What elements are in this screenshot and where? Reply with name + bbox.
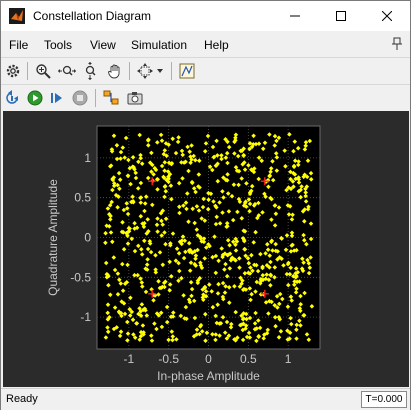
y-tick-label: 0 — [84, 231, 91, 245]
close-icon — [382, 11, 392, 21]
scale-axes-icon — [137, 63, 153, 79]
zoom-y-button[interactable] — [80, 60, 102, 82]
menu-simulation[interactable]: Simulation — [131, 38, 187, 52]
gear-icon — [6, 64, 20, 78]
pan-hand-icon — [108, 64, 120, 79]
time-display: T=0.000 — [361, 391, 407, 408]
x-tick-label: -0.5 — [158, 352, 179, 366]
toolbar-separator — [95, 89, 96, 107]
menu-bar: File Tools View Simulation Help — [1, 34, 410, 54]
close-button[interactable] — [364, 1, 410, 31]
toolbar-separator — [129, 62, 130, 80]
maximize-icon — [336, 11, 346, 21]
minimize-icon — [290, 15, 300, 17]
toolbar-separator — [27, 62, 28, 80]
measurements-button[interactable] — [176, 60, 198, 82]
title-bar[interactable]: Constellation Diagram — [1, 1, 410, 31]
stop-button[interactable] — [69, 87, 91, 109]
constellation-plot: -1 -0.5 0 0.5 1 1 0.5 0 -0.5 -1 In-phase Amplitude… — [46, 125, 321, 383]
minimize-button[interactable] — [272, 1, 318, 31]
snapshot-icon — [127, 92, 143, 105]
measurement-icon — [179, 63, 195, 79]
step-forward-icon — [51, 93, 62, 103]
toolbar-simulation — [1, 85, 410, 111]
run-button[interactable] — [24, 87, 46, 109]
matlab-logo-icon — [9, 8, 25, 24]
zoom-in-icon — [36, 64, 51, 79]
y-axis-label: Quadrature Amplitude — [46, 179, 60, 296]
zoom-y-icon — [85, 62, 96, 80]
x-tick-label: 1 — [285, 352, 292, 366]
menu-tools[interactable]: Tools — [44, 38, 72, 52]
y-tick-label: 1 — [84, 151, 91, 165]
scope-window: Constellation Diagram File Tools View Si… — [0, 0, 411, 410]
stop-icon — [72, 90, 88, 106]
window-title: Constellation Diagram — [33, 9, 152, 23]
maximize-button[interactable] — [318, 1, 364, 31]
menu-view[interactable]: View — [90, 38, 116, 52]
plot-area[interactable]: -1 -0.5 0 0.5 1 1 0.5 0 -0.5 -1 In-phase Amplitude… — [3, 111, 409, 387]
x-tick-label: -1 — [124, 352, 135, 366]
dock-pin-icon[interactable] — [390, 37, 404, 51]
zoom-in-button[interactable] — [32, 60, 54, 82]
step-back-button[interactable] — [2, 87, 24, 109]
menu-help[interactable]: Help — [204, 38, 229, 52]
status-text: Ready — [6, 393, 38, 405]
x-tick-label: 0 — [205, 352, 212, 366]
snapshot-button[interactable] — [124, 87, 146, 109]
step-back-icon — [6, 90, 18, 104]
step-forward-button[interactable] — [46, 87, 68, 109]
status-bar: Ready T=0.000 — [1, 388, 410, 410]
toolbar-separator — [171, 62, 172, 80]
toolbar-main — [1, 58, 410, 84]
pan-button[interactable] — [104, 60, 126, 82]
y-tick-label: 0.5 — [74, 191, 91, 205]
scale-axes-dropdown[interactable] — [154, 60, 166, 82]
x-tick-label: 0.5 — [240, 352, 257, 366]
run-icon — [27, 90, 43, 106]
menu-file[interactable]: File — [9, 38, 28, 52]
y-tick-label: -0.5 — [70, 270, 91, 284]
highlight-signal-icon — [103, 90, 119, 105]
dropdown-arrow-icon — [157, 69, 163, 73]
highlight-signal-button[interactable] — [100, 87, 122, 109]
x-axis-label: In-phase Amplitude — [157, 369, 260, 383]
scale-axes-button[interactable] — [134, 60, 156, 82]
y-tick-label: -1 — [80, 310, 91, 324]
zoom-x-icon — [58, 65, 76, 76]
style-button[interactable] — [2, 60, 24, 82]
zoom-x-button[interactable] — [56, 60, 78, 82]
